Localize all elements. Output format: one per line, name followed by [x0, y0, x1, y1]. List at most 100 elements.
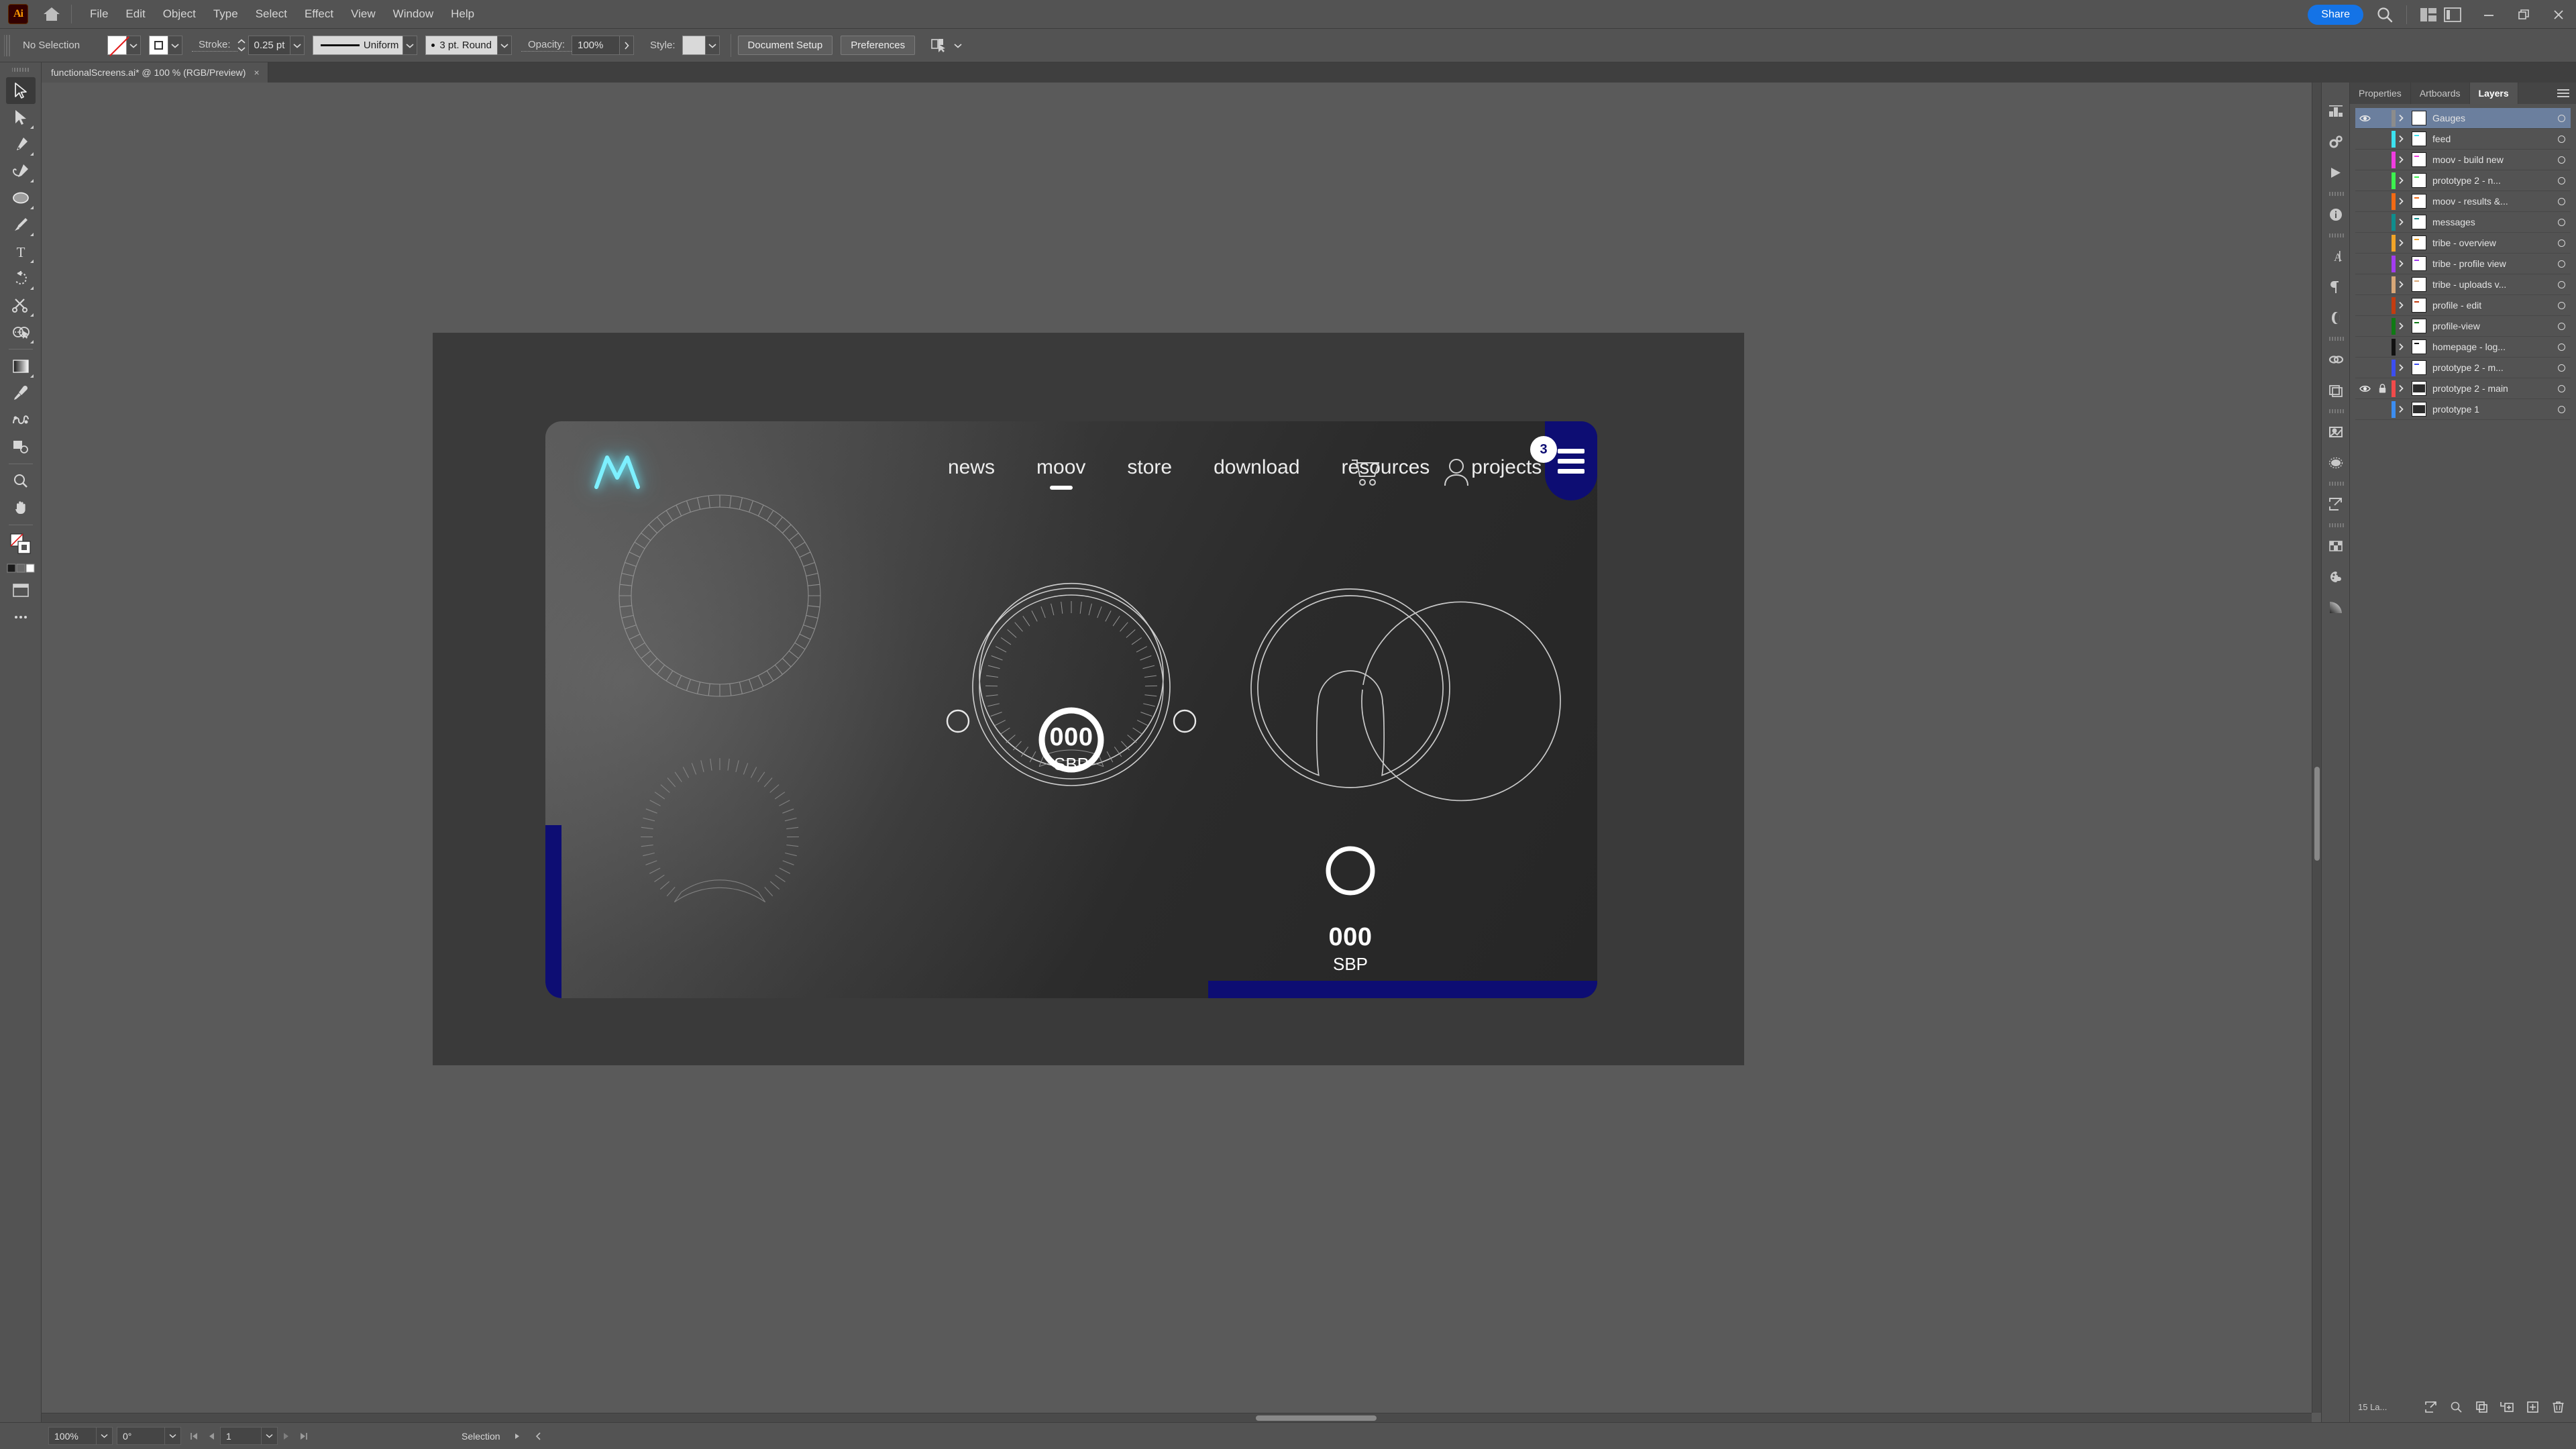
layer-row[interactable]: tribe - overview — [2355, 233, 2571, 254]
blend-tool[interactable] — [6, 407, 36, 433]
rotation-dropdown[interactable] — [165, 1427, 181, 1445]
zoom-level-input[interactable]: 100% — [48, 1427, 97, 1445]
artboards-panel-icon[interactable] — [2323, 375, 2349, 406]
fill-stroke-swatch[interactable] — [6, 529, 36, 559]
rotate-tool[interactable] — [6, 265, 36, 292]
layer-expand-arrow[interactable] — [2398, 176, 2412, 184]
user-account-icon[interactable] — [1442, 458, 1471, 487]
layer-target-circle[interactable] — [2552, 280, 2571, 288]
layer-expand-arrow[interactable] — [2398, 135, 2412, 143]
artboard[interactable]: news moov store download resources projects — [433, 333, 1744, 1065]
locate-object-icon[interactable] — [2418, 1396, 2443, 1417]
profile-dropdown[interactable] — [402, 36, 418, 55]
last-artboard-icon[interactable] — [295, 1427, 313, 1445]
layer-row[interactable]: messages — [2355, 212, 2571, 233]
stroke-weight-input[interactable]: 0.25 pt — [248, 36, 291, 55]
nav-link-store[interactable]: store — [1127, 456, 1172, 479]
info-panel-icon[interactable] — [2323, 199, 2349, 230]
layer-visibility-toggle[interactable] — [2355, 384, 2374, 393]
layer-row[interactable]: moov - build new — [2355, 150, 2571, 170]
menu-item-window[interactable]: Window — [384, 5, 442, 23]
hand-tool[interactable] — [6, 494, 36, 521]
fill-color-swatch[interactable] — [107, 36, 127, 55]
share-button[interactable]: Share — [2308, 4, 2363, 25]
rotation-input[interactable]: 0° — [117, 1427, 165, 1445]
new-sublayer-icon[interactable] — [2494, 1396, 2520, 1417]
menu-item-view[interactable]: View — [342, 5, 384, 23]
selection-tool[interactable] — [5, 77, 36, 104]
layer-row[interactable]: feed — [2355, 129, 2571, 150]
layer-target-circle[interactable] — [2552, 156, 2571, 164]
zoom-tool[interactable] — [6, 468, 36, 494]
shape-builder-tool[interactable] — [6, 319, 36, 345]
tab-close-icon[interactable]: × — [254, 67, 259, 78]
layer-row[interactable]: tribe - profile view — [2355, 254, 2571, 274]
layer-expand-arrow[interactable] — [2398, 364, 2412, 372]
panel-tab-properties[interactable]: Properties — [2350, 83, 2411, 104]
layer-row[interactable]: prototype 2 - main — [2355, 378, 2571, 399]
close-icon[interactable] — [2541, 0, 2576, 29]
vertical-scroll-thumb[interactable] — [2314, 767, 2320, 861]
layer-target-circle[interactable] — [2552, 384, 2571, 392]
play-icon[interactable] — [2323, 158, 2349, 189]
layer-expand-arrow[interactable] — [2398, 197, 2412, 205]
layer-lock-toggle[interactable] — [2374, 383, 2390, 394]
menu-item-object[interactable]: Object — [154, 5, 205, 23]
layer-target-circle[interactable] — [2552, 260, 2571, 268]
export-panel-icon[interactable] — [2323, 489, 2349, 520]
layer-target-circle[interactable] — [2552, 322, 2571, 330]
color-guide-panel-icon[interactable] — [2323, 561, 2349, 592]
opacity-flyout[interactable] — [619, 36, 634, 55]
search-icon[interactable] — [2373, 3, 2397, 27]
select-similar-objects-icon[interactable] — [927, 34, 951, 58]
layer-target-circle[interactable] — [2552, 218, 2571, 226]
variable-width-profile[interactable]: Uniform — [313, 36, 404, 55]
moov-logo-icon[interactable] — [591, 451, 643, 492]
layer-row[interactable]: prototype 1 — [2355, 399, 2571, 420]
document-tab[interactable]: functionalScreens.ai* @ 100 % (RGB/Previ… — [42, 62, 268, 83]
layer-expand-arrow[interactable] — [2398, 260, 2412, 268]
zoom-level-dropdown[interactable] — [97, 1427, 113, 1445]
layer-target-circle[interactable] — [2552, 135, 2571, 143]
scroll-left-icon[interactable] — [530, 1427, 547, 1445]
document-setup-button[interactable]: Document Setup — [737, 36, 833, 55]
layer-target-circle[interactable] — [2552, 364, 2571, 372]
canvas-area[interactable]: news moov store download resources projects — [42, 83, 2321, 1422]
character-panel-icon[interactable]: A — [2323, 241, 2349, 272]
menu-item-effect[interactable]: Effect — [296, 5, 342, 23]
layer-row[interactable]: moov - results &... — [2355, 191, 2571, 212]
panel-tab-artboards[interactable]: Artboards — [2411, 83, 2470, 104]
links-panel-icon[interactable] — [2323, 344, 2349, 375]
artboard-dropdown[interactable] — [262, 1427, 278, 1445]
menu-item-help[interactable]: Help — [442, 5, 483, 23]
graphic-style-swatch[interactable] — [682, 36, 706, 55]
swatches-panel-icon[interactable] — [2323, 531, 2349, 561]
menu-item-select[interactable]: Select — [247, 5, 296, 23]
next-artboard-icon[interactable] — [278, 1427, 295, 1445]
ellipse-tool[interactable] — [6, 184, 36, 211]
shopping-cart-icon[interactable] — [1350, 458, 1381, 487]
canvas-horizontal-scrollbar[interactable] — [42, 1413, 2312, 1422]
fill-dropdown-arrow[interactable] — [126, 36, 141, 55]
canvas-vertical-scrollbar[interactable] — [2312, 83, 2321, 1413]
eyedropper-tool[interactable] — [6, 380, 36, 407]
layer-row[interactable]: prototype 2 - n... — [2355, 170, 2571, 191]
opacity-panel-icon[interactable] — [2323, 303, 2349, 333]
preferences-button[interactable]: Preferences — [841, 36, 916, 55]
layer-expand-arrow[interactable] — [2398, 301, 2412, 309]
restore-icon[interactable] — [2506, 0, 2541, 29]
menu-item-type[interactable]: Type — [205, 5, 247, 23]
color-modes[interactable] — [6, 559, 36, 577]
style-dropdown[interactable] — [704, 36, 720, 55]
layer-expand-arrow[interactable] — [2398, 322, 2412, 330]
more-tools[interactable] — [6, 604, 36, 631]
nav-link-moov[interactable]: moov — [1036, 456, 1085, 490]
layer-expand-arrow[interactable] — [2398, 343, 2412, 351]
layer-row[interactable]: tribe - uploads v... — [2355, 274, 2571, 295]
layer-row[interactable]: profile - edit — [2355, 295, 2571, 316]
hamburger-menu-icon[interactable] — [1545, 421, 1597, 500]
horizontal-scroll-thumb[interactable] — [1256, 1415, 1377, 1421]
new-layer-icon[interactable] — [2520, 1396, 2545, 1417]
screen-mode-tool[interactable] — [6, 577, 36, 604]
layer-expand-arrow[interactable] — [2398, 280, 2412, 288]
